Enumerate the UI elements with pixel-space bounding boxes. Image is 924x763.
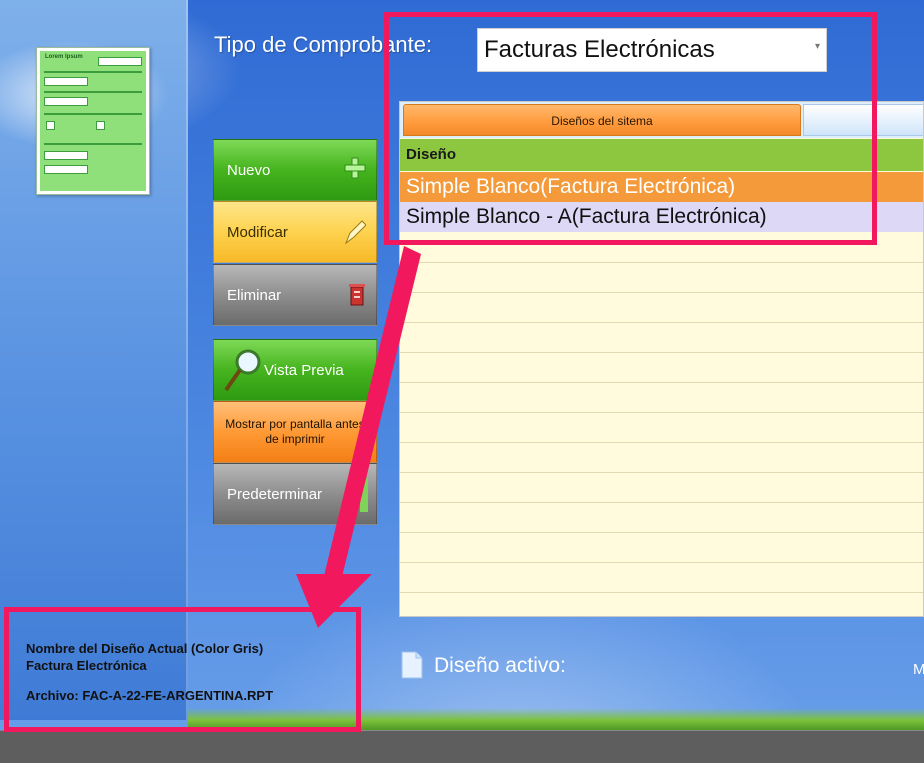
annotation-arrow: [296, 246, 421, 628]
